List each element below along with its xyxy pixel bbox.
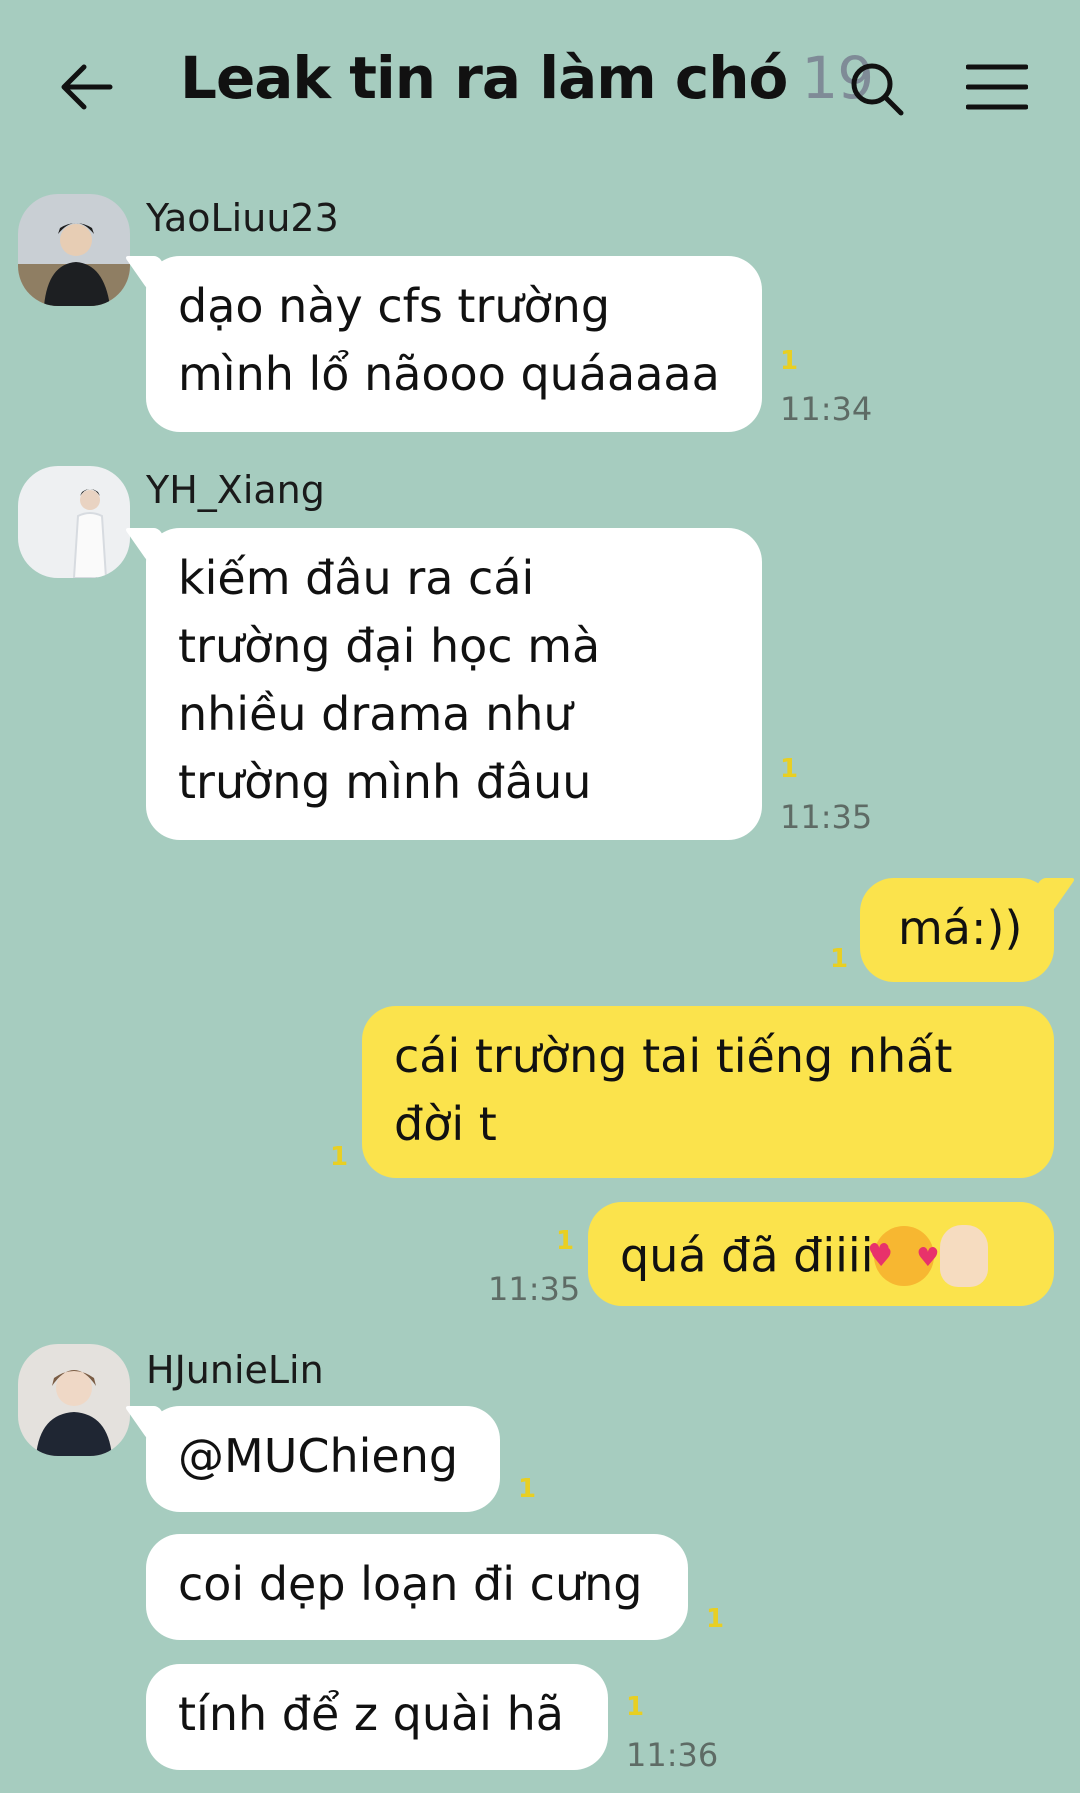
timestamp: 11:35 [488,1270,581,1308]
avatar-photo [18,1344,130,1456]
avatar-photo [18,466,130,578]
unread-count: 1 [556,1226,575,1256]
unread-count: 1 [706,1604,725,1634]
bubble-tail [124,1406,182,1440]
avatar[interactable] [18,194,130,306]
arrow-left-icon[interactable] [58,62,114,112]
timestamp: 11:34 [780,390,873,428]
smiling-face-with-hearts-icon: ♥ ♥ ♥ [868,1225,940,1286]
message-line: coi dẹp loạn đi cưng [178,1557,643,1611]
bubble-tail [124,528,182,562]
bubble-tail [1018,878,1076,912]
message-line: mình lổ nãooo quáaaaa [178,347,720,401]
unread-count: 1 [330,1142,349,1172]
message-bubble[interactable]: tính để z quài hã [146,1664,608,1770]
avatar[interactable] [18,1344,130,1456]
message-bubble[interactable]: @MUChieng [124,1406,500,1512]
message-line: kiếm đâu ra cái [178,551,535,605]
chat-title: Leak tin ra làm chó 19 [180,44,874,112]
message-bubble[interactable]: quá đã điiii ♥ ♥ ♥ [588,1202,1054,1306]
rock-on-hand-icon [939,1224,988,1287]
message-bubble[interactable]: coi dẹp loạn đi cưng [146,1534,688,1640]
message-bubble[interactable]: má:)) [860,878,1076,982]
timestamp: 11:36 [626,1736,719,1774]
message-line: tính để z quài hã [178,1687,564,1741]
message-line: cái trường tai tiếng nhất [394,1029,953,1083]
unread-count: 1 [626,1692,645,1722]
message-bubble[interactable]: cái trường tai tiếng nhất đời t [362,1006,1054,1178]
avatar-photo [18,194,130,306]
chat-title-text: Leak tin ra làm chó [180,44,788,112]
sender-name: HJunieLin [146,1348,324,1392]
message-line: @MUChieng [178,1429,459,1483]
unread-count: 1 [830,944,849,974]
message-bubble[interactable]: kiếm đâu ra cái trường đại học mà nhiều … [124,528,762,840]
timestamp: 11:35 [780,798,873,836]
unread-count: 1 [518,1474,537,1504]
avatar[interactable] [18,466,130,578]
message-line: dạo này cfs trường [178,279,611,333]
message-line: đời t [394,1097,497,1151]
unread-count: 1 [780,754,799,784]
search-icon[interactable] [848,60,906,118]
message-line: quá đã điiii [620,1228,874,1283]
message-line: trường mình đâuu [178,755,592,809]
hamburger-menu-icon[interactable] [966,63,1028,111]
bubble-tail [124,256,182,290]
message-bubble[interactable]: dạo này cfs trường mình lổ nãooo quáaaaa [124,256,762,432]
unread-count: 1 [780,346,799,376]
message-line: trường đại học mà [178,619,601,673]
sender-name: YaoLiuu23 [146,196,339,240]
message-line: nhiều drama như [178,687,573,741]
message-line: má:)) [898,901,1023,955]
sender-name: YH_Xiang [146,468,325,512]
